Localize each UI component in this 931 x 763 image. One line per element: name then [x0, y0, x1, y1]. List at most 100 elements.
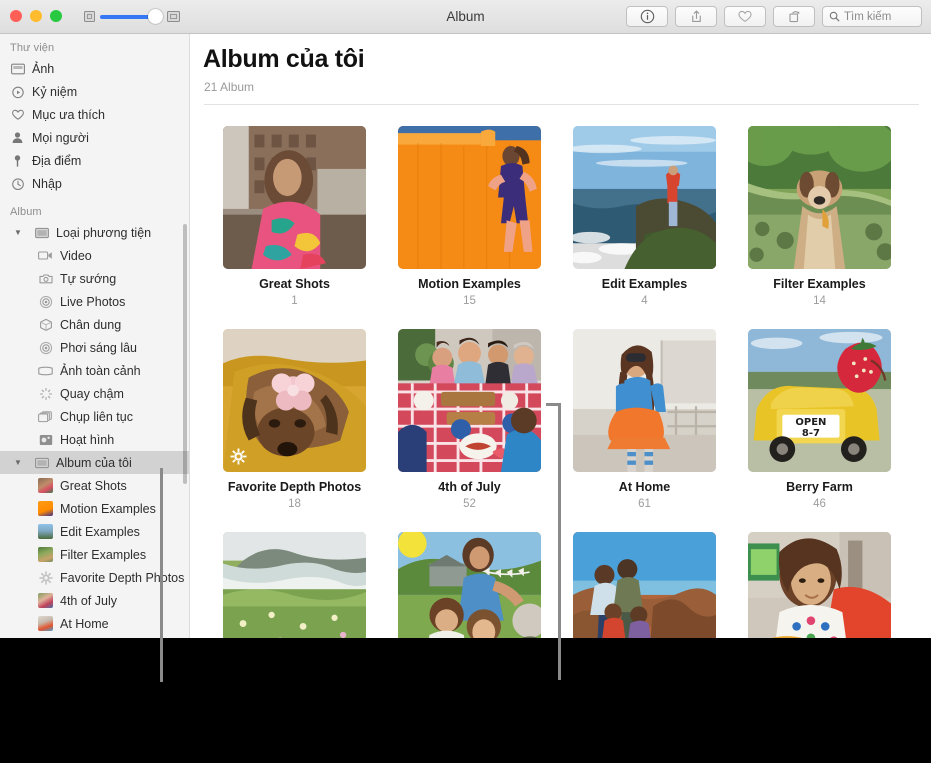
places-pin-icon [10, 153, 25, 168]
chevron-down-icon[interactable]: ▼ [14, 229, 23, 237]
sidebar-item-panorama[interactable]: Ảnh toàn cảnh [0, 359, 189, 382]
panorama-icon [38, 363, 53, 378]
sidebar-item-media-types[interactable]: ▼ Loại phương tiện [0, 221, 189, 244]
album-cell[interactable] [557, 532, 732, 638]
sidebar-item-label: Mọi người [32, 131, 89, 145]
photos-icon [10, 61, 25, 76]
sidebar-item-favorites[interactable]: Mục ưa thích [0, 103, 189, 126]
memories-icon [10, 84, 25, 99]
album-name: Favorite Depth Photos [228, 480, 361, 494]
sidebar-item-animation[interactable]: Hoạt hình [0, 428, 189, 451]
sidebar-item-label: Great Shots [60, 479, 127, 493]
info-button[interactable] [626, 6, 668, 27]
album-thumbnail[interactable] [398, 126, 541, 269]
album-cell[interactable]: Favorite Depth Photos 18 [207, 329, 382, 510]
video-icon [38, 248, 53, 263]
album-thumbnail[interactable] [573, 126, 716, 269]
album-thumbnail[interactable] [398, 532, 541, 638]
album-thumbnail[interactable] [398, 329, 541, 472]
album-thumbnail[interactable] [223, 329, 366, 472]
photo-berry-farm: OPEN 8-7 [748, 329, 891, 472]
album-cell[interactable] [732, 532, 907, 638]
sidebar-item-import[interactable]: Nhập [0, 172, 189, 195]
selfie-camera-icon [38, 271, 53, 286]
folder-icon [34, 455, 49, 470]
album-cell[interactable]: OPEN 8-7 [732, 329, 907, 510]
sidebar-item-live-photos[interactable]: Live Photos [0, 290, 189, 313]
animation-icon [38, 432, 53, 447]
album-thumbnail[interactable] [748, 532, 891, 638]
heart-icon [10, 107, 25, 122]
album-cell[interactable]: Filter Examples 14 [732, 126, 907, 307]
album-count-subtitle: 21 Album [191, 74, 931, 94]
album-thumbnail[interactable] [223, 126, 366, 269]
sidebar-item-label: Tự sướng [60, 272, 116, 286]
svg-text:OPEN: OPEN [795, 417, 826, 428]
album-grid: Great Shots 1 [191, 105, 931, 638]
album-thumbnail[interactable]: OPEN 8-7 [748, 329, 891, 472]
album-name: Berry Farm [786, 480, 853, 494]
album-thumbnail[interactable] [573, 329, 716, 472]
callout-line-sidebar-albums [160, 468, 163, 682]
album-name: Filter Examples [773, 277, 865, 291]
album-item-count: 18 [288, 498, 301, 510]
album-cell[interactable]: Edit Examples 4 [557, 126, 732, 307]
sidebar-scrollbar[interactable] [183, 224, 187, 484]
sidebar-item-selfies[interactable]: Tự sướng [0, 267, 189, 290]
album-cell[interactable]: 4th of July 52 [382, 329, 557, 510]
album-cell[interactable]: Great Shots 1 [207, 126, 382, 307]
album-item-count: 61 [638, 498, 651, 510]
sidebar-item-photos[interactable]: Ảnh [0, 57, 189, 80]
sidebar-item-label: Album của tôi [56, 456, 132, 470]
folder-icon [34, 225, 49, 240]
sidebar-item-label: Loại phương tiện [56, 226, 151, 240]
sidebar-item-people[interactable]: Mọi người [0, 126, 189, 149]
favorite-button[interactable] [724, 6, 766, 27]
svg-text:8-7: 8-7 [802, 428, 820, 439]
album-cell[interactable] [207, 532, 382, 638]
photo-motion-examples [398, 126, 541, 269]
album-thumbnail[interactable] [223, 532, 366, 638]
sidebar-item-burst[interactable]: Chụp liên tục [0, 405, 189, 428]
share-button[interactable] [675, 6, 717, 27]
sidebar-item-memories[interactable]: Kỷ niệm [0, 80, 189, 103]
album-name: At Home [619, 480, 670, 494]
sidebar-item-video[interactable]: Video [0, 244, 189, 267]
sidebar-item-label: Hoạt hình [60, 433, 114, 447]
photo-row3-4 [748, 532, 891, 638]
sidebar-item-label: Favorite Depth Photos [60, 571, 184, 585]
album-thumbnail[interactable] [748, 126, 891, 269]
sidebar-item-label: Ảnh [32, 62, 54, 76]
album-cell[interactable]: At Home 61 [557, 329, 732, 510]
album-thumbnail-icon [38, 524, 53, 539]
album-thumbnail[interactable] [573, 532, 716, 638]
album-name: Edit Examples [602, 277, 687, 291]
sidebar-section-header-library: Thư viện [0, 34, 189, 57]
sidebar-item-label: Địa điểm [32, 154, 81, 168]
info-icon [640, 9, 655, 24]
sidebar-item-label: 4th of July [60, 594, 117, 608]
photo-great-shots [223, 126, 366, 269]
sidebar-item-label: Quay chậm [60, 387, 124, 401]
photo-filter-examples [748, 126, 891, 269]
sidebar-item-label: Motion Examples [60, 502, 156, 516]
album-thumbnail-icon [38, 593, 53, 608]
album-cell[interactable] [382, 532, 557, 638]
sidebar-item-places[interactable]: Địa điểm [0, 149, 189, 172]
gear-icon [230, 448, 247, 465]
album-cell[interactable]: Motion Examples 15 [382, 126, 557, 307]
sidebar-item-portrait[interactable]: Chân dung [0, 313, 189, 336]
sidebar-section-header-album: Album [0, 195, 189, 221]
search-field[interactable]: Tìm kiếm [822, 6, 922, 27]
sidebar-item-label: Ảnh toàn cảnh [60, 364, 141, 378]
sidebar-item-label: Mục ưa thích [32, 108, 105, 122]
rotate-icon [787, 9, 802, 24]
photo-edit-examples [573, 126, 716, 269]
sidebar-item-long-exposure[interactable]: Phơi sáng lâu [0, 336, 189, 359]
chevron-down-icon[interactable]: ▼ [14, 459, 23, 467]
rotate-button[interactable] [773, 6, 815, 27]
sidebar-item-label: Chân dung [60, 318, 121, 332]
album-item-count: 4 [641, 295, 647, 307]
album-name: 4th of July [438, 480, 501, 494]
sidebar-item-slow-motion[interactable]: Quay chậm [0, 382, 189, 405]
